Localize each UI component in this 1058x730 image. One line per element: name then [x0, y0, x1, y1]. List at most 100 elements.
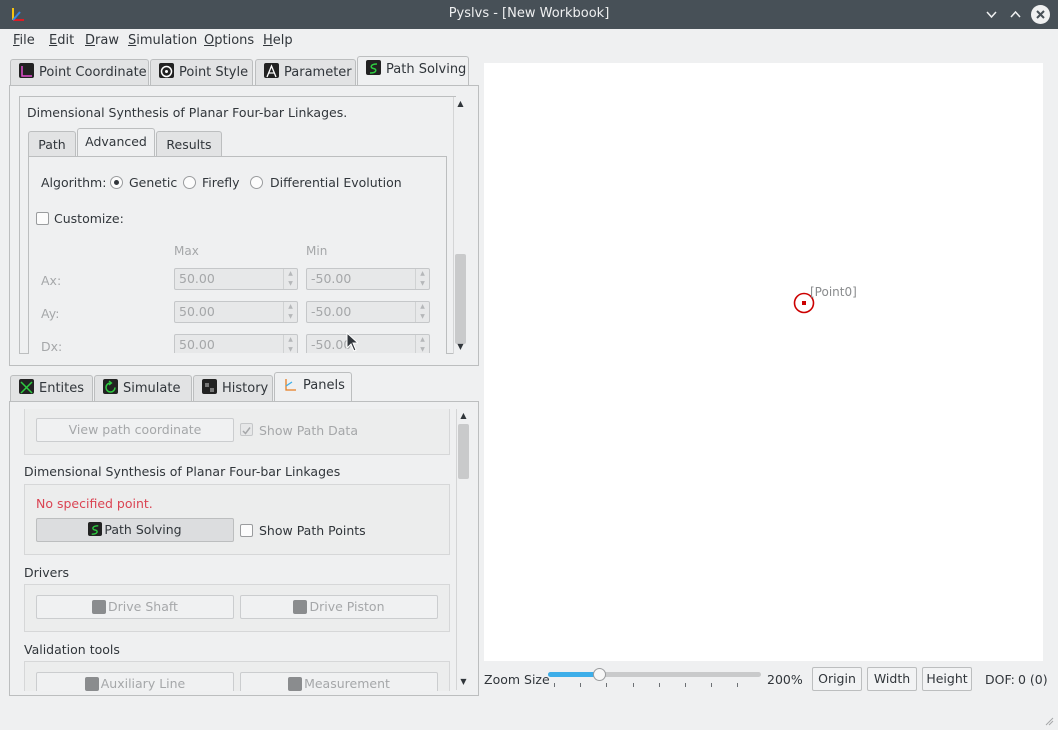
menu-file[interactable]: File — [13, 33, 35, 48]
path-solving-icon — [88, 522, 103, 536]
radio-firefly[interactable] — [183, 176, 196, 189]
spin-arrows-icon: ▲ ▼ — [415, 302, 429, 322]
scroll-up-icon[interactable]: ▲ — [457, 411, 470, 420]
menu-edit[interactable]: Edit — [49, 33, 74, 48]
ax-max-spinbox[interactable]: 50.00 ▲ ▼ — [174, 268, 298, 290]
dx-row-clip: Dx: 50.00 ▲ ▼ -50.00 ▲ ▼ — [28, 330, 447, 353]
tab-point-coordinate[interactable]: Point Coordinate — [10, 59, 149, 86]
warning-text: No specified point. — [36, 496, 153, 511]
drive-shaft-label: Drive Shaft — [108, 599, 178, 614]
tab-path[interactable]: Path — [28, 131, 76, 157]
entities-icon — [19, 379, 34, 394]
menu-simulation[interactable]: Simulation — [128, 33, 197, 48]
menu-draw[interactable]: Draw — [85, 33, 119, 48]
measurement-label: Measurement — [304, 676, 390, 691]
row-dx-label: Dx: — [41, 339, 63, 353]
tab-panels[interactable]: Panels — [274, 372, 352, 402]
drawing-canvas[interactable]: [Point0] — [484, 63, 1043, 661]
path-solving-icon — [366, 60, 381, 75]
close-button[interactable] — [1031, 5, 1050, 24]
dx-max-spinbox[interactable]: 50.00 ▲ ▼ — [174, 334, 298, 353]
dx-min-spinbox[interactable]: -50.00 ▲ ▼ — [306, 334, 430, 353]
zoom-size-label: Zoom Size — [484, 672, 550, 687]
tab-label: Parameter — [284, 65, 352, 80]
tab-point-style[interactable]: Point Style — [150, 59, 253, 86]
zoom-tick — [632, 683, 634, 687]
ax-min-spinbox[interactable]: -50.00 ▲ ▼ — [306, 268, 430, 290]
path-solving-button-label: Path Solving — [104, 522, 182, 537]
drive-shaft-icon — [92, 600, 107, 614]
tab-simulate[interactable]: Simulate — [94, 375, 192, 402]
auxiliary-line-button[interactable]: Auxiliary Line — [36, 672, 234, 691]
parameter-icon — [264, 63, 279, 78]
col-max-header: Max — [174, 244, 199, 258]
ay-min-spinbox[interactable]: -50.00 ▲ ▼ — [306, 301, 430, 323]
tab-results[interactable]: Results — [156, 131, 222, 157]
width-button[interactable]: Width — [867, 667, 917, 691]
point-style-icon — [159, 63, 174, 78]
dof-label: DOF: — [985, 672, 1015, 687]
tab-label: Point Coordinate — [39, 65, 147, 80]
zoom-tick — [606, 683, 608, 687]
measurement-button[interactable]: Measurement — [240, 672, 438, 691]
validation-heading: Validation tools — [24, 642, 120, 657]
view-path-coordinate-button[interactable]: View path coordinate — [36, 418, 234, 442]
drive-shaft-button[interactable]: Drive Shaft — [36, 595, 234, 619]
spin-arrows-icon: ▲ ▼ — [415, 335, 429, 353]
zoom-slider-handle[interactable] — [593, 668, 607, 681]
tab-entities[interactable]: Entites — [10, 375, 93, 402]
tab-advanced[interactable]: Advanced — [77, 128, 155, 157]
zoom-tick — [711, 683, 713, 687]
menu-help[interactable]: Help — [263, 33, 293, 48]
scroll-down-icon[interactable]: ▼ — [457, 677, 470, 686]
auxiliary-line-icon — [84, 677, 99, 691]
synthesis-scrollbar[interactable]: ▲ ▼ — [453, 97, 467, 354]
zoom-tick — [580, 683, 582, 687]
height-button[interactable]: Height — [922, 667, 972, 691]
scroll-up-icon[interactable]: ▲ — [454, 99, 467, 108]
scroll-thumb[interactable] — [458, 424, 469, 479]
spin-arrows-icon: ▲ ▼ — [283, 335, 297, 353]
panels-scroll-area: View path coordinate Show Path Data Dime… — [12, 409, 458, 691]
chevron-up-icon — [1010, 10, 1021, 18]
radio-de-label: Differential Evolution — [270, 175, 402, 190]
zoom-tick — [685, 683, 686, 687]
drive-piston-button[interactable]: Drive Piston — [240, 595, 438, 619]
menu-bar: File Edit Draw Simulation Options Help — [0, 29, 1058, 53]
show-path-data-checkbox[interactable] — [240, 423, 253, 436]
tab-path-solving[interactable]: Path Solving — [357, 56, 469, 86]
show-path-points-label: Show Path Points — [259, 523, 366, 538]
tab-history[interactable]: History — [193, 375, 273, 402]
spin-value: 50.00 — [179, 271, 215, 286]
show-path-points-checkbox[interactable] — [240, 524, 253, 537]
row-ay-label: Ay: — [41, 306, 60, 321]
col-min-header: Min — [306, 244, 328, 258]
spin-arrows-icon: ▲ ▼ — [415, 269, 429, 289]
row-ax-label: Ax: — [41, 273, 62, 288]
ay-max-spinbox[interactable]: 50.00 ▲ ▼ — [174, 301, 298, 323]
minimize-button[interactable] — [982, 5, 1001, 24]
spin-value: -50.00 — [311, 304, 352, 319]
tab-parameter[interactable]: Parameter — [255, 59, 356, 86]
radio-differential-evolution[interactable] — [250, 176, 263, 189]
synthesis-heading: Dimensional Synthesis of Planar Four-bar… — [27, 105, 348, 120]
customize-checkbox[interactable] — [36, 212, 49, 225]
path-solving-button[interactable]: Path Solving — [36, 518, 234, 542]
simulate-icon — [103, 379, 118, 394]
show-path-data-label: Show Path Data — [259, 423, 358, 438]
tab-label: Point Style — [179, 65, 249, 80]
maximize-button[interactable] — [1006, 5, 1025, 24]
menu-options[interactable]: Options — [204, 33, 254, 48]
scroll-down-icon[interactable]: ▼ — [454, 342, 467, 351]
window-title: Pyslvs - [New Workbook] — [448, 6, 610, 21]
resize-grip-icon[interactable] — [1044, 716, 1054, 726]
checkmark-icon — [242, 427, 251, 435]
tab-label: Simulate — [123, 381, 181, 396]
drive-piston-icon — [293, 600, 308, 614]
scroll-thumb[interactable] — [455, 254, 466, 344]
spin-value: -50.00 — [311, 271, 352, 286]
radio-firefly-label: Firefly — [202, 175, 240, 190]
radio-genetic[interactable] — [110, 176, 123, 189]
origin-button[interactable]: Origin — [812, 667, 862, 691]
panels-scrollbar[interactable]: ▲ ▼ — [456, 409, 470, 690]
